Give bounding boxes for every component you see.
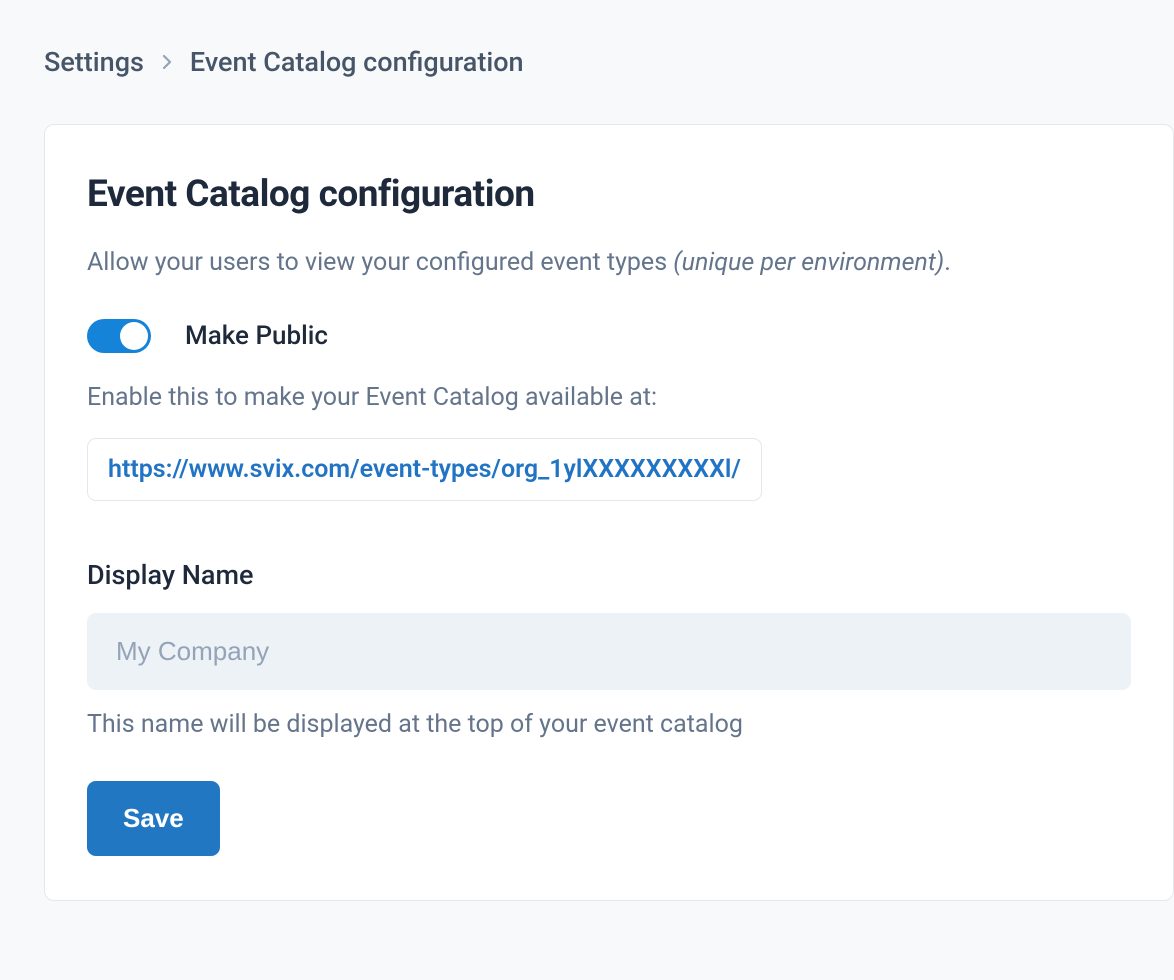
display-name-label: Display Name — [87, 559, 1131, 591]
catalog-url-link[interactable]: https://www.svix.com/event-types/org_1yl… — [108, 455, 741, 484]
breadcrumb-current: Event Catalog configuration — [190, 46, 524, 78]
enable-description: Enable this to make your Event Catalog a… — [87, 383, 1131, 412]
settings-card: Event Catalog configuration Allow your u… — [44, 124, 1174, 901]
display-name-help: This name will be displayed at the top o… — [87, 710, 1131, 739]
save-button[interactable]: Save — [87, 781, 220, 856]
breadcrumb: Settings Event Catalog configuration — [44, 46, 1174, 78]
chevron-right-icon — [162, 54, 172, 70]
make-public-row: Make Public — [87, 319, 1131, 353]
toggle-knob — [120, 322, 148, 350]
display-name-input[interactable] — [87, 613, 1131, 690]
catalog-url-box: https://www.svix.com/event-types/org_1yl… — [87, 438, 762, 501]
make-public-toggle[interactable] — [87, 319, 151, 353]
breadcrumb-parent[interactable]: Settings — [44, 46, 144, 78]
page-title: Event Catalog configuration — [87, 173, 1131, 216]
make-public-label: Make Public — [185, 321, 328, 351]
page-description: Allow your users to view your configured… — [87, 248, 1131, 277]
